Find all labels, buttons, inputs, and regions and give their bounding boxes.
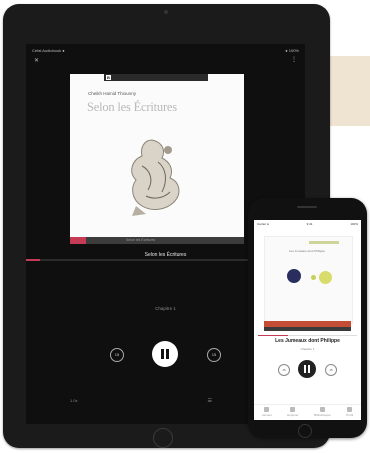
skip-forward-button[interactable]: 15 <box>207 348 221 362</box>
cover-dot-dark <box>287 269 301 283</box>
close-icon[interactable]: ✕ <box>34 57 39 64</box>
pause-icon <box>161 349 164 359</box>
iphone-skip-back-button[interactable]: 15 <box>278 364 290 376</box>
iphone-status-time: 9:41 <box>306 222 313 226</box>
cover-illustration <box>131 139 180 216</box>
iphone-device: Carrier ● 9:41 100% Les Jumeaux dont Phi… <box>248 198 367 438</box>
tab-label: Explorer <box>287 413 299 417</box>
iphone-progress-fill <box>258 335 288 336</box>
tab-explore[interactable]: Explorer <box>287 405 298 420</box>
ipad-status-right: ● 100% <box>285 48 299 53</box>
cover-dot-small <box>311 275 316 280</box>
pause-icon <box>304 365 306 373</box>
iphone-chapter-subtitle: Chapitre 1 <box>300 347 315 351</box>
cover-author: Cheikh Hamid Thiounny <box>88 91 136 96</box>
ipad-status-left: Cefal Audiobook ● <box>32 48 65 53</box>
tab-home[interactable]: Accueil <box>262 405 272 420</box>
iphone-playback-controls: 15 15 <box>254 360 361 378</box>
library-icon <box>319 407 325 412</box>
publisher-logo: B <box>106 75 111 80</box>
tab-label: Profil <box>346 413 354 417</box>
ipad-status-bar: Cefal Audiobook ● ● 100% <box>32 48 299 56</box>
progress-fill <box>26 259 40 261</box>
tab-label: Accueil <box>261 413 272 417</box>
ipad-home-button[interactable] <box>153 428 173 448</box>
cover-dark-band <box>264 327 351 331</box>
iphone-pause-button[interactable] <box>298 360 316 378</box>
cover-strip-text: Selon les Écritures <box>126 238 156 242</box>
cover-accent-tag <box>70 237 86 244</box>
tab-library[interactable]: Bibliothèque <box>314 405 331 420</box>
chapters-list-icon[interactable]: ☰ <box>208 398 212 404</box>
iphone-book-cover: Les Jumeaux dont Philippe <box>264 236 353 324</box>
pause-icon-bar <box>308 365 310 373</box>
iphone-status-right: 100% <box>350 222 358 226</box>
iphone-tab-bar: Accueil Explorer Bibliothèque Profil <box>254 404 361 420</box>
iphone-status-left: Carrier ● <box>257 222 269 226</box>
profile-icon <box>347 407 353 412</box>
iphone-cover-text: Les Jumeaux dont Philippe <box>289 249 326 253</box>
skip-back-button[interactable]: 15 <box>110 348 124 362</box>
iphone-track-title: Les Jumeaux dont Philippe <box>275 338 340 344</box>
cover-title: Selon les Écritures <box>87 100 177 114</box>
book-cover: B Cheikh Hamid Thiounny Selon les Écritu… <box>70 74 244 244</box>
home-icon <box>264 407 270 412</box>
iphone-status-bar: Carrier ● 9:41 100% <box>257 222 358 226</box>
tab-label: Bibliothèque <box>314 413 331 417</box>
cover-top-line <box>309 241 339 244</box>
ipad-camera <box>164 10 168 14</box>
cover-bottom-strip <box>70 237 244 244</box>
iphone-speaker <box>297 206 317 208</box>
iphone-home-button[interactable] <box>298 424 312 438</box>
cover-dot-lime <box>319 271 332 284</box>
tab-profile[interactable]: Profil <box>346 405 353 420</box>
search-icon <box>290 407 296 412</box>
more-options-icon[interactable]: ⋮ <box>291 56 297 63</box>
cover-top-bar <box>104 74 208 81</box>
playback-speed-button[interactable]: 1.0x <box>70 398 78 403</box>
pause-button[interactable] <box>152 341 178 367</box>
iphone-skip-forward-button[interactable]: 15 <box>325 364 337 376</box>
pause-icon-bar <box>166 349 169 359</box>
iphone-player-screen: Carrier ● 9:41 100% Les Jumeaux dont Phi… <box>254 220 361 420</box>
